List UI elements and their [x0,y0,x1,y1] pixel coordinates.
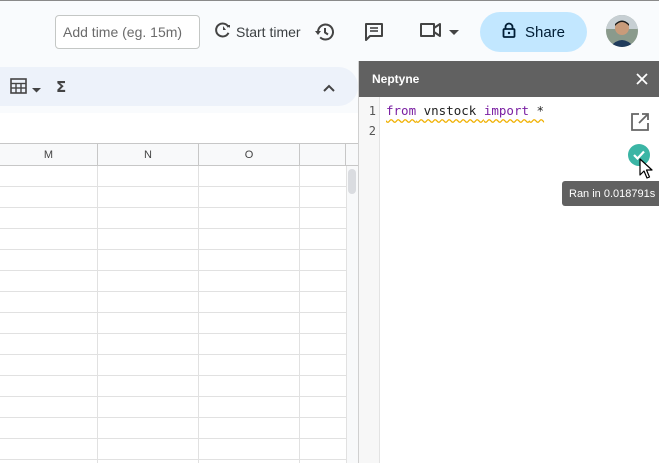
open-external-icon[interactable] [629,111,651,133]
code-editor-line[interactable]: from vnstock import * [386,103,544,118]
collapse-toolbar-button[interactable] [322,80,336,98]
run-time-tooltip: Ran in 0.018791s [562,181,659,206]
start-timer-label: Start timer [236,24,301,40]
avatar[interactable] [606,15,638,47]
lock-icon [502,22,516,43]
import-target: * [529,103,545,118]
table-row[interactable] [0,166,346,187]
table-row[interactable] [0,313,346,334]
column-header-m[interactable]: M [0,144,98,166]
column-header-row: M N O [0,143,358,166]
share-button[interactable]: Share [480,12,587,52]
table-row[interactable] [0,250,346,271]
table-row[interactable] [0,376,346,397]
mouse-cursor-icon [639,158,653,179]
column-header-o[interactable]: O [199,144,300,166]
sheet-toolbar: Σ [0,67,358,106]
start-timer-button[interactable]: Start timer [214,19,301,45]
table-row[interactable] [0,208,346,229]
sigma-icon: Σ [56,78,67,96]
timer-icon [214,21,232,44]
collapse-up-icon [322,80,336,98]
add-time-input[interactable] [55,15,200,49]
close-icon[interactable] [634,71,650,87]
line-number: 2 [368,124,376,138]
neptyne-panel: Neptyne 1 2 from vnstock import * Ran in… [358,61,659,463]
panel-title: Neptyne [372,72,420,86]
comment-icon[interactable] [361,19,387,45]
table-row[interactable] [0,418,346,439]
table-row[interactable] [0,292,346,313]
table-row[interactable] [0,397,346,418]
share-label: Share [524,23,566,41]
chevron-down-icon [449,23,459,41]
table-row[interactable] [0,334,346,355]
dropdown-caret-icon [32,80,41,98]
column-divider [299,166,300,463]
history-icon[interactable] [312,19,338,45]
module-name: vnstock [416,103,484,118]
table-row[interactable] [0,355,346,376]
app-header: Start timer [0,1,659,61]
functions-button[interactable]: Σ [56,77,66,97]
line-number-gutter: 1 2 [359,97,380,463]
table-row[interactable] [0,439,346,460]
panel-header: Neptyne [359,61,659,97]
meet-icon [419,20,443,45]
table-row[interactable] [0,271,346,292]
keyword-import: import [483,103,529,118]
line-number: 1 [368,104,376,118]
column-header-n[interactable]: N [98,144,199,166]
spreadsheet-grid[interactable]: M N O [0,113,358,463]
vertical-scrollbar[interactable] [346,166,358,463]
meet-button[interactable] [416,19,462,45]
keyword-from: from [386,103,417,118]
scrollbar-thumb[interactable] [348,169,356,194]
table-format-button[interactable] [10,78,41,99]
column-divider [198,166,199,463]
column-divider [97,166,98,463]
table-icon [10,78,27,99]
table-row[interactable] [0,229,346,250]
table-row[interactable] [0,187,346,208]
column-header-p[interactable] [300,144,346,166]
